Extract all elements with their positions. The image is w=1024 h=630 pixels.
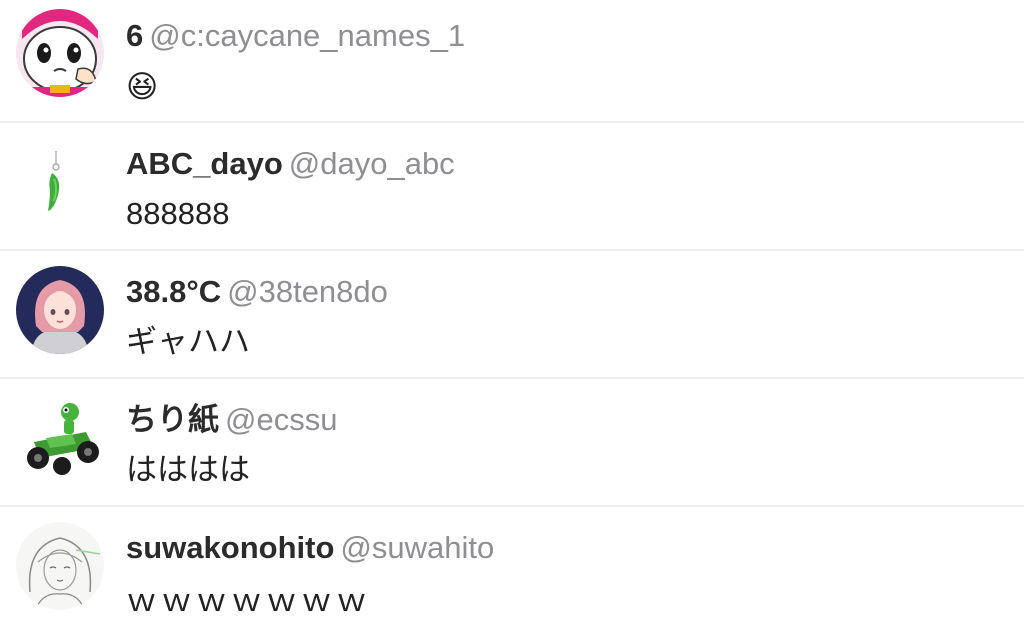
user-handle[interactable]: @suwahito	[340, 530, 494, 565]
yoshi-kart-avatar-icon[interactable]	[16, 394, 104, 482]
reply-item[interactable]: 38.8°C @38ten8do ギャハハ	[0, 251, 1024, 379]
display-name[interactable]: ちり紙	[126, 402, 219, 437]
user-handle[interactable]: @ecssu	[225, 402, 337, 437]
display-name[interactable]: suwakonohito	[126, 530, 334, 565]
sketch-girl-avatar-icon[interactable]	[16, 522, 104, 610]
reply-item[interactable]: ABC_dayo @dayo_abc 888888	[0, 123, 1024, 251]
display-name[interactable]: 6	[126, 18, 143, 53]
reply-header: 6 @c:caycane_names_1	[126, 18, 465, 54]
reply-text: はははは	[126, 452, 250, 487]
display-name[interactable]: 38.8°C	[126, 274, 221, 309]
user-handle[interactable]: @c:caycane_names_1	[149, 18, 465, 53]
reply-text: 888888	[126, 196, 230, 231]
user-handle[interactable]: @38ten8do	[227, 274, 388, 309]
reply-list: 6 @c:caycane_names_1 😆 ABC_dayo @dayo_abc …	[0, 0, 1024, 630]
display-name[interactable]: ABC_dayo	[126, 146, 283, 181]
pink-hair-girl-avatar-icon[interactable]	[16, 266, 104, 354]
reply-item[interactable]: 6 @c:caycane_names_1 😆	[0, 0, 1024, 123]
cartoon-face-avatar-icon[interactable]	[16, 9, 104, 97]
user-handle[interactable]: @dayo_abc	[289, 146, 455, 181]
reply-text: 😆	[126, 69, 159, 104]
reply-header: 38.8°C @38ten8do	[126, 274, 388, 310]
reply-header: suwakonohito @suwahito	[126, 530, 494, 566]
reply-item[interactable]: suwakonohito @suwahito ｗｗｗｗｗｗｗ	[0, 507, 1024, 630]
reply-item[interactable]: ちり紙 @ecssu はははは	[0, 379, 1024, 507]
reply-text: ｗｗｗｗｗｗｗ	[126, 583, 371, 618]
reply-header: ABC_dayo @dayo_abc	[126, 146, 455, 182]
reply-header: ちり紙 @ecssu	[126, 402, 337, 438]
green-charm-avatar-icon[interactable]	[16, 143, 104, 231]
reply-text: ギャハハ	[126, 324, 250, 359]
